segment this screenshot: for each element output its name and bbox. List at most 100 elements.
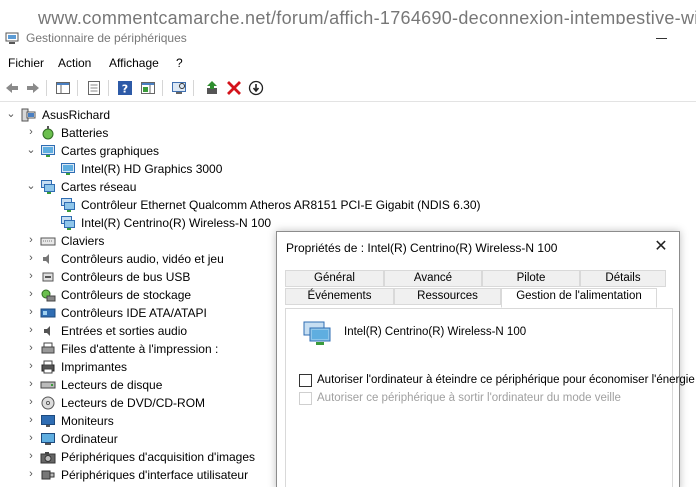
allow-wake-checkbox [299,392,312,405]
tree-node-label: Batteries [61,126,109,140]
menu-affichage[interactable]: Affichage [108,56,160,70]
window-title: Gestionnaire de périphériques [26,31,187,45]
chevron-down-icon[interactable]: ⌄ [25,180,37,192]
tab-general[interactable]: Général [285,270,384,287]
toolbar-separator [193,80,194,96]
display-adapter-icon [60,161,76,177]
tree-node-label: Périphériques d'acquisition d'images [61,450,256,464]
chevron-down-icon[interactable]: ⌄ [5,108,17,120]
tab-avance[interactable]: Avancé [384,270,482,287]
dialog-title: Propriétés de : Intel(R) Centrino(R) Wir… [286,241,558,255]
menu-fichier[interactable]: Fichier [7,56,45,70]
chevron-right-icon[interactable]: › [25,360,37,372]
power-management-panel: Intel(R) Centrino(R) Wireless-N 100 Auto… [285,308,695,487]
menu-help[interactable]: ? [175,56,184,70]
ide-controller-icon [40,305,56,321]
allow-wake-label: Autoriser ce périphérique à sortir l'ord… [317,392,621,404]
allow-power-off-label: Autoriser l'ordinateur à éteindre ce pér… [317,374,695,386]
allow-power-off-option[interactable]: Autoriser l'ordinateur à éteindre ce pér… [299,373,695,389]
dialog-tabs: Général Avancé Pilote Détails Événements… [285,270,673,310]
tree-node-device[interactable]: Contrôleur Ethernet Qualcomm Atheros AR8… [0,196,696,214]
dvd-icon [40,395,56,411]
tree-root[interactable]: ⌄ AsusRichard [0,106,696,124]
chevron-right-icon[interactable]: › [25,126,37,138]
network-adapter-icon [60,215,76,231]
chevron-right-icon[interactable]: › [25,252,37,264]
close-icon[interactable]: ✕ [651,238,671,256]
properties-dialog: Propriétés de : Intel(R) Centrino(R) Wir… [276,231,695,487]
network-adapter-icon [60,197,76,213]
tree-node-category[interactable]: › Batteries [0,124,696,142]
tree-node-category[interactable]: ⌄ Cartes réseau [0,178,696,196]
toolbar: ? [0,76,696,100]
tree-node-label: Imprimantes [61,360,128,374]
toolbar-separator [162,80,163,96]
properties-icon[interactable] [86,80,102,96]
hid-icon [40,467,56,483]
allow-wake-option: Autoriser ce périphérique à sortir l'ord… [299,391,669,407]
tree-node-label: Files d'attente à l'impression : [61,342,219,356]
computer-icon [40,431,56,447]
tree-node-label: Contrôleurs IDE ATA/ATAPI [61,306,207,320]
chevron-right-icon[interactable]: › [25,468,37,480]
audio-io-icon [40,323,56,339]
tab-evenements[interactable]: Événements [285,288,394,305]
chevron-right-icon[interactable]: › [25,306,37,318]
disable-device-icon[interactable] [248,80,264,96]
print-queue-icon [40,341,56,357]
chevron-right-icon[interactable]: › [25,288,37,300]
printer-icon [40,359,56,375]
show-hide-tree-icon[interactable] [55,80,71,96]
tab-details[interactable]: Détails [580,270,666,287]
tree-node-device[interactable]: Intel(R) Centrino(R) Wireless-N 100 [0,214,696,232]
forward-arrow-icon[interactable] [25,80,41,96]
action-pane-icon[interactable] [140,80,156,96]
chevron-right-icon[interactable]: › [25,324,37,336]
chevron-right-icon[interactable]: › [25,234,37,246]
camera-icon [40,449,56,465]
background-url-text: www.commentcamarche.net/forum/affich-176… [38,8,696,24]
chevron-right-icon[interactable]: › [25,378,37,390]
chevron-right-icon[interactable]: › [25,432,37,444]
minimize-icon[interactable] [650,30,674,46]
battery-icon [40,125,56,141]
chevron-right-icon[interactable]: › [25,450,37,462]
network-adapter-icon [302,320,334,348]
tree-node-label: Ordinateur [61,432,118,446]
display-adapter-icon [40,143,56,159]
update-driver-icon[interactable] [204,80,220,96]
chevron-down-icon[interactable]: ⌄ [25,144,37,156]
tree-node-label: Périphériques d'interface utilisateur [61,468,249,482]
uninstall-icon[interactable] [226,80,242,96]
tree-node-label: Claviers [61,234,105,248]
chevron-right-icon[interactable]: › [25,270,37,282]
tree-node-label: Moniteurs [61,414,114,428]
keyboard-icon [40,233,56,249]
tree-node-label: Intel(R) Centrino(R) Wireless-N 100 [81,216,272,230]
allow-power-off-checkbox[interactable] [299,374,312,387]
tree-node-device[interactable]: Intel(R) HD Graphics 3000 [0,160,696,178]
menu-action[interactable]: Action [57,56,92,70]
tree-node-label: Contrôleurs audio, vidéo et jeu [61,252,224,266]
chevron-right-icon[interactable]: › [25,396,37,408]
tree-node-label: Contrôleurs de bus USB [61,270,191,284]
tree-node-label: Cartes réseau [61,180,137,194]
toolbar-separator [77,80,78,96]
svg-text:?: ? [122,83,128,96]
help-icon[interactable]: ? [117,80,133,96]
tree-node-label: Cartes graphiques [61,144,160,158]
tab-ressources[interactable]: Ressources [394,288,501,305]
chevron-right-icon[interactable]: › [25,414,37,426]
back-arrow-icon[interactable] [4,80,20,96]
device-manager-icon [5,31,19,45]
tab-pilote[interactable]: Pilote [482,270,580,287]
window-titlebar: Gestionnaire de périphériques [0,24,696,52]
chevron-right-icon[interactable]: › [25,342,37,354]
storage-controller-icon [40,287,56,303]
toolbar-divider [0,101,696,102]
tree-node-category[interactable]: ⌄ Cartes graphiques [0,142,696,160]
tab-gestion-alimentation[interactable]: Gestion de l'alimentation [501,288,657,308]
scan-hardware-icon[interactable] [171,80,187,96]
network-adapter-icon [40,179,56,195]
tree-root-label: AsusRichard [42,108,111,122]
